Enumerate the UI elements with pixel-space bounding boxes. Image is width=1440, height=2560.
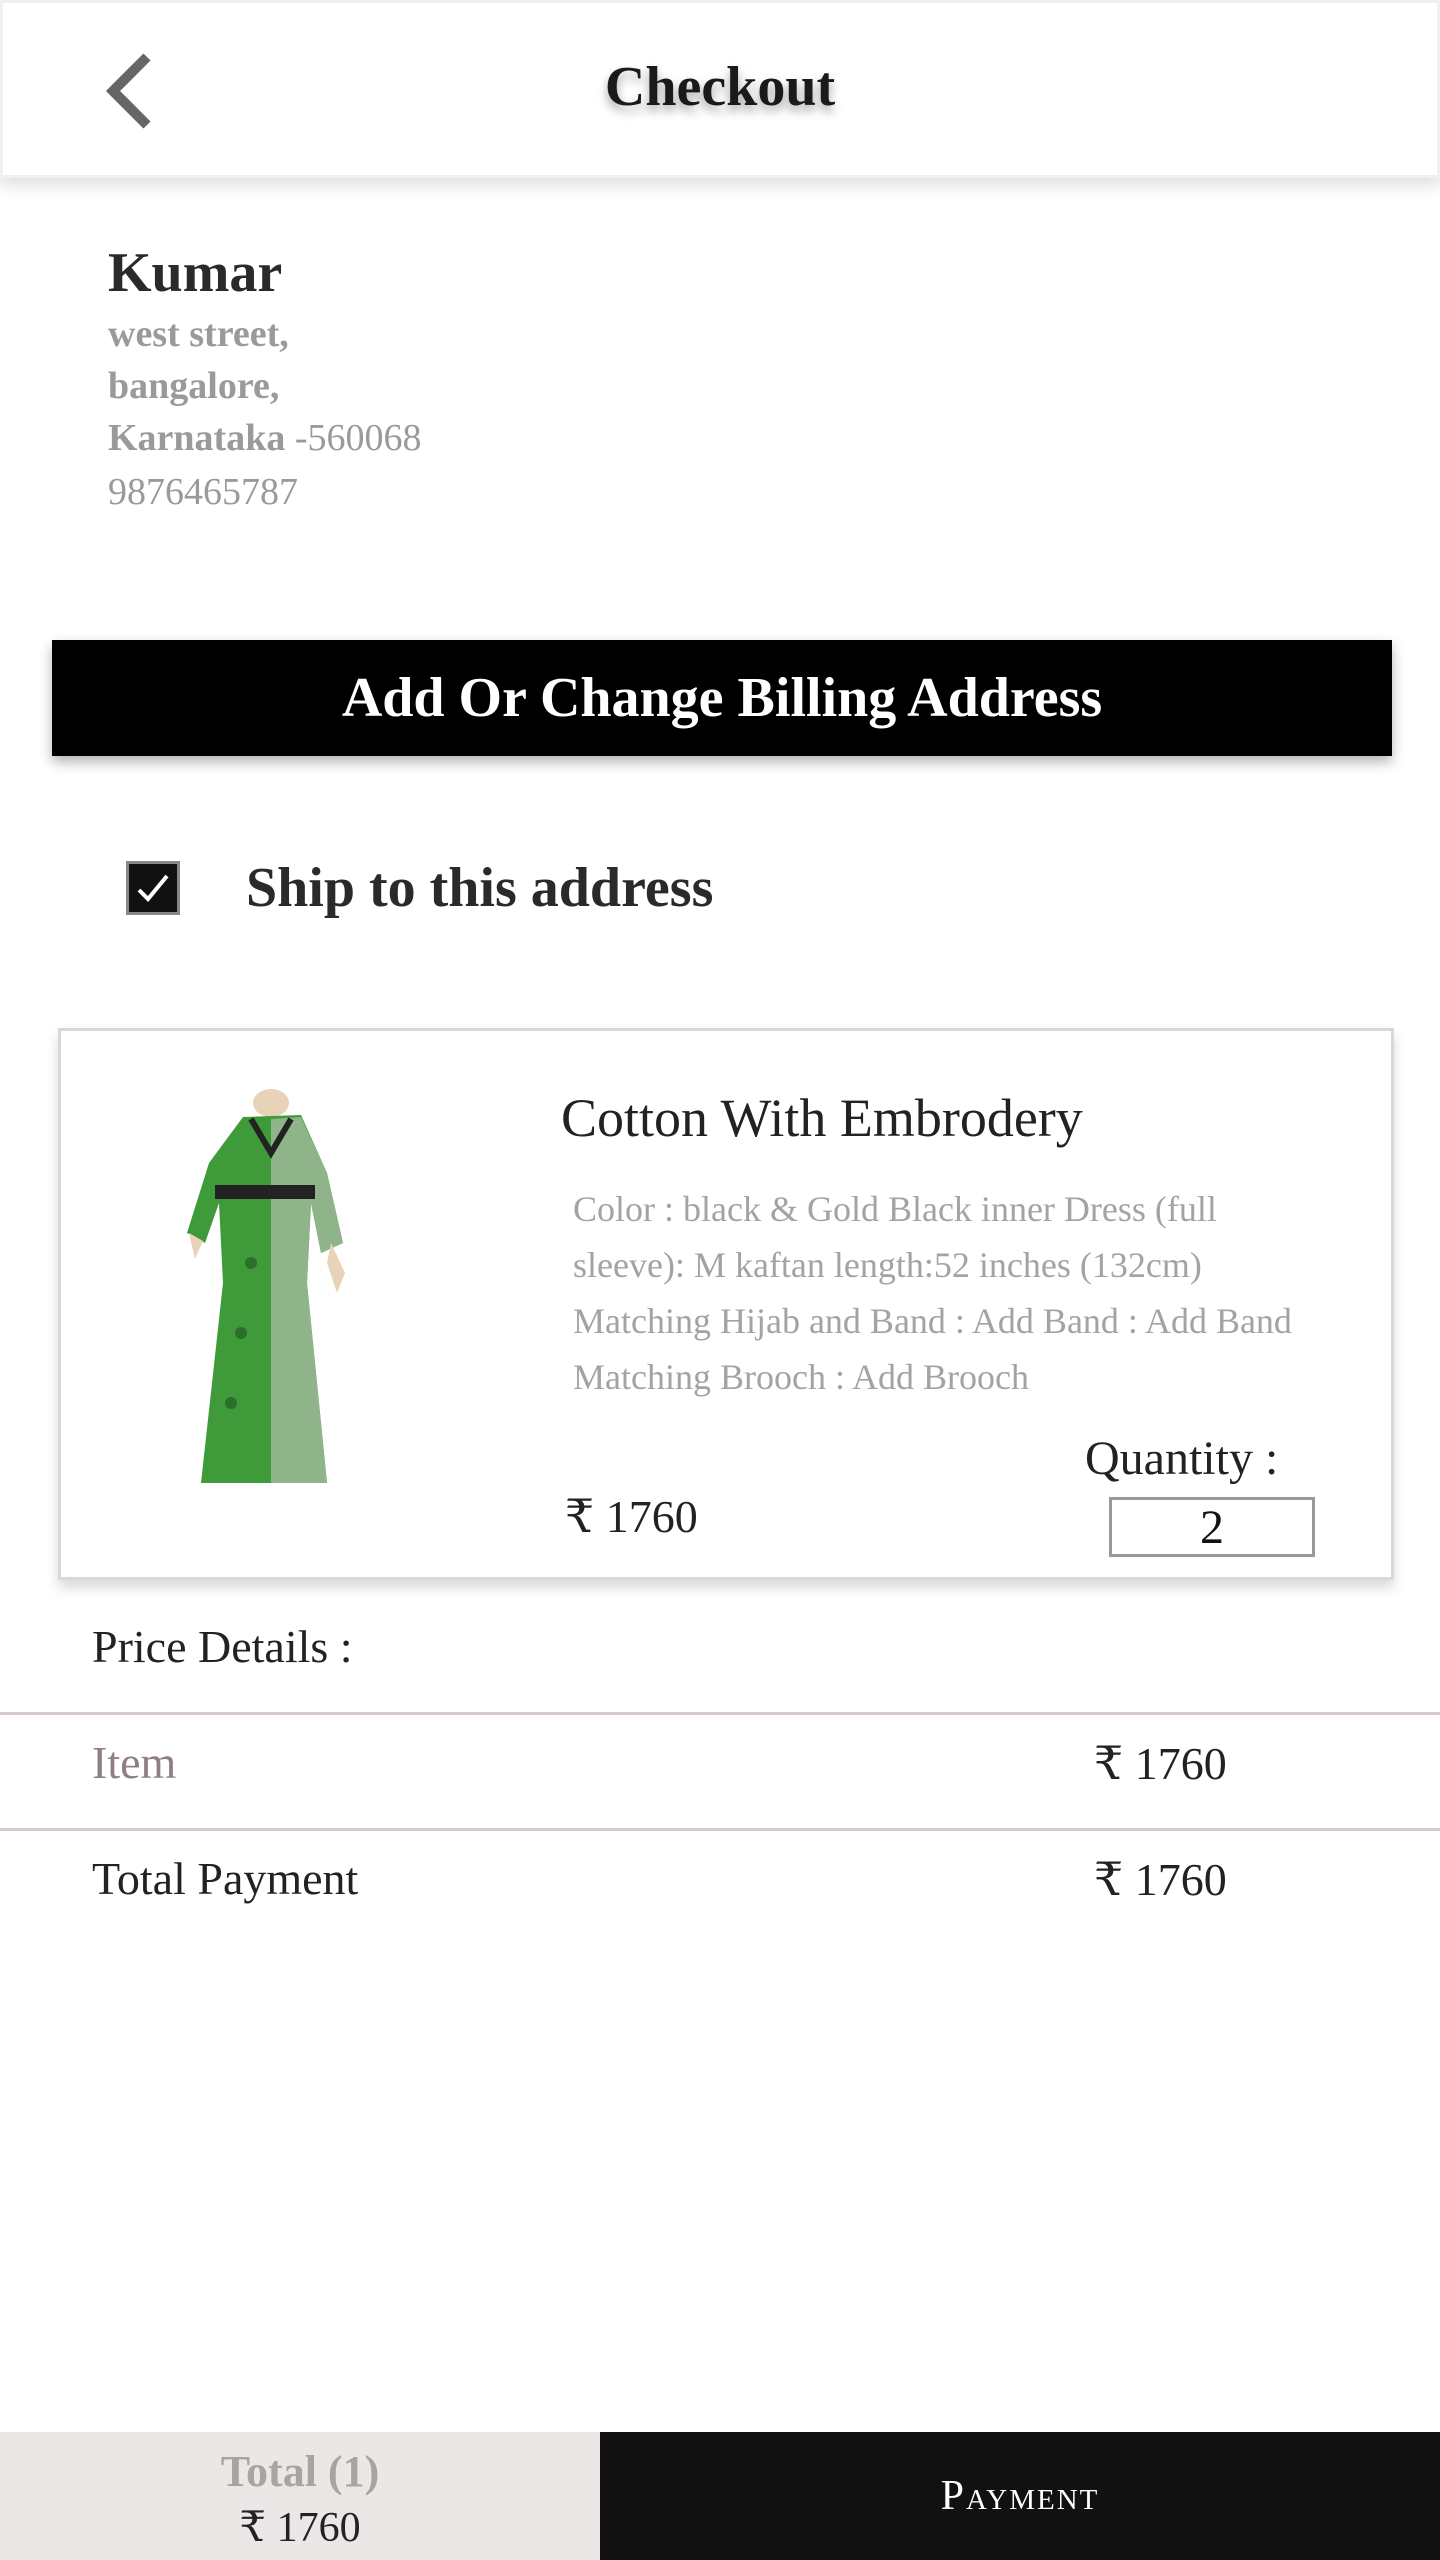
footer-total: Total (1) ₹ 1760 [0, 2432, 600, 2560]
app-header: Checkout [0, 0, 1440, 178]
total-payment-label: Total Payment [92, 1853, 359, 1904]
product-name: Cotton With Embrodery [561, 1088, 1083, 1148]
quantity-label: Quantity : [1085, 1432, 1279, 1485]
price-details-heading: Price Details : [92, 1621, 353, 1672]
footer-total-label: Total (1) [220, 2447, 380, 2496]
ship-checkbox[interactable] [126, 861, 180, 915]
shipping-address: Kumar west street, bangalore, Karnataka … [108, 238, 422, 520]
quantity-input[interactable]: 2 [1109, 1497, 1315, 1557]
payment-button[interactable]: Payment [600, 2432, 1440, 2560]
address-state-line: Karnataka -560068 [108, 412, 422, 464]
address-name: Kumar [108, 242, 283, 304]
product-description: Color : black & Gold Black inner Dress (… [573, 1189, 1292, 1397]
ship-to-address-option[interactable]: Ship to this address [126, 856, 713, 920]
footer-total-amount: ₹ 1760 [239, 2505, 361, 2551]
product-image [131, 1083, 401, 1503]
address-city: bangalore, [108, 365, 280, 407]
item-value: ₹ 1760 [1094, 1738, 1227, 1789]
divider [0, 1712, 1440, 1715]
item-label: Item [92, 1737, 177, 1788]
address-street: west street, [108, 313, 289, 355]
address-phone: 9876465787 [108, 471, 298, 513]
divider [0, 1828, 1440, 1831]
address-state: Karnataka [108, 417, 286, 459]
ship-label: Ship to this address [246, 857, 714, 919]
product-price: ₹ 1760 [565, 1491, 698, 1542]
page-title: Checkout [604, 56, 836, 118]
address-pincode: -560068 [285, 417, 422, 459]
cart-item-card: Cotton With Embrodery Color : black & Go… [58, 1028, 1394, 1580]
checkmark-icon [137, 874, 169, 902]
change-billing-address-button[interactable]: Add Or Change Billing Address [52, 640, 1392, 756]
total-payment-value: ₹ 1760 [1094, 1854, 1227, 1905]
